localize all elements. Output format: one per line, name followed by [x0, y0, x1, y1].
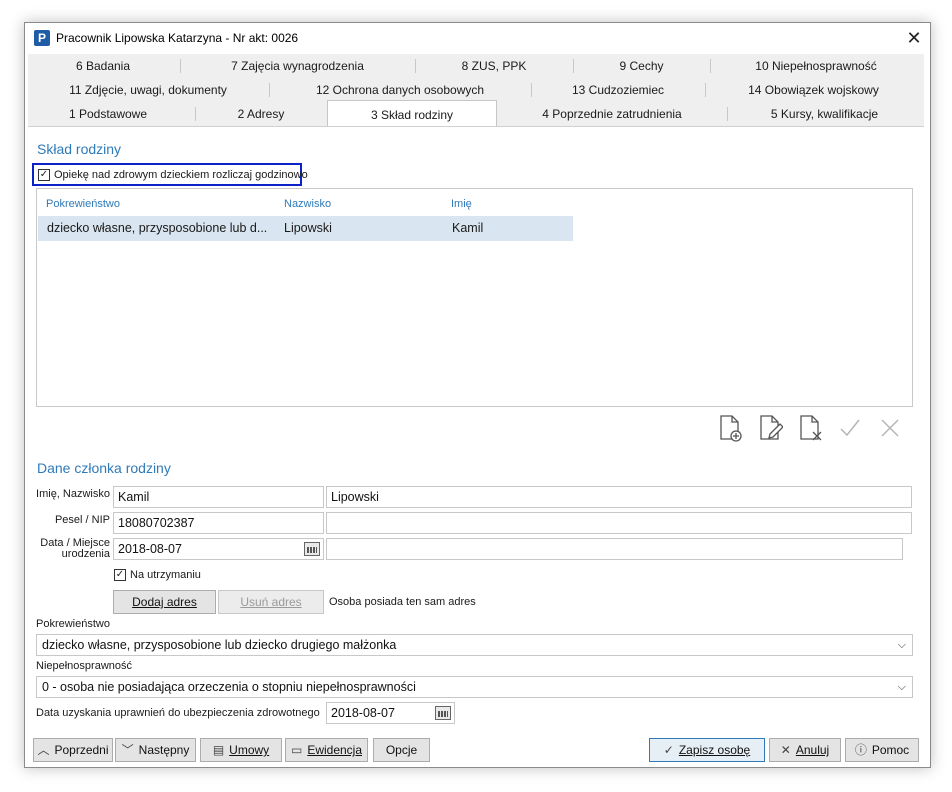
cancel-label: Anuluj — [795, 743, 830, 757]
table-row[interactable]: dziecko własne, przysposobione lub d... … — [38, 216, 573, 241]
column-header-relation[interactable]: Pokrewieństwo — [46, 198, 120, 210]
pesel-label: Pesel / NIP — [54, 514, 110, 526]
save-person-label: Zapisz osobę — [678, 743, 751, 757]
birth-label: Data / Miejsce urodzenia — [33, 538, 110, 560]
add-address-button[interactable]: Dodaj adres — [113, 590, 216, 614]
birth-date-field[interactable]: 2018-08-07 — [113, 538, 324, 560]
tab-content-border — [28, 126, 924, 127]
member-section-title: Dane członka rodziny — [37, 460, 171, 476]
relation-select[interactable]: dziecko własne, przysposobione lub dziec… — [36, 634, 913, 656]
edit-document-icon[interactable] — [757, 414, 783, 442]
window-title: Pracownik Lipowska Katarzyna - Nr akt: 0… — [56, 31, 299, 45]
chevron-up-icon: ︿ — [37, 743, 50, 757]
confirm-check-icon[interactable] — [837, 414, 863, 442]
tab-ochrona-danych[interactable]: 12 Ochrona danych osobowych — [270, 78, 530, 102]
chevron-down-icon[interactable]: ⌵ — [898, 677, 906, 697]
cancel-x-icon[interactable] — [877, 414, 903, 442]
cancel-button[interactable]: ✕ Anuluj — [769, 738, 841, 762]
calendar-icon: ▭ — [290, 743, 303, 757]
cell-surname: Lipowski — [284, 221, 332, 235]
tab-badania[interactable]: 6 Badania — [28, 54, 178, 78]
calendar-icon[interactable] — [435, 706, 451, 720]
tab-cechy[interactable]: 9 Cechy — [574, 54, 709, 78]
cell-relation: dziecko własne, przysposobione lub d... — [47, 221, 268, 235]
next-button[interactable]: ﹀ Następny — [115, 738, 196, 762]
disability-value: 0 - osoba nie posiadająca orzeczenia o s… — [42, 680, 416, 694]
tab-niepelnosprawnosc[interactable]: 10 Niepełnosprawność — [711, 54, 921, 78]
birth-date-value: 2018-08-07 — [118, 542, 182, 556]
same-address-text: Osoba posiada ten sam adres — [329, 596, 476, 608]
relation-value: dziecko własne, przysposobione lub dziec… — [42, 638, 397, 652]
tab-cudzoziemiec[interactable]: 13 Cudzoziemiec — [532, 78, 704, 102]
birth-place-field[interactable] — [326, 538, 903, 560]
app-logo-icon: P — [34, 30, 50, 46]
close-icon: ✕ — [780, 743, 791, 757]
remove-address-button[interactable]: Usuń adres — [218, 590, 324, 614]
hourly-care-label: Opiekę nad zdrowym dzieckiem rozliczaj g… — [54, 169, 308, 181]
nip-field[interactable] — [326, 512, 912, 534]
insurance-date-label: Data uzyskania uprawnień do ubezpieczeni… — [36, 707, 320, 719]
check-icon: ✓ — [663, 743, 674, 757]
next-label: Następny — [138, 743, 190, 757]
contract-icon: ▤ — [212, 743, 225, 757]
close-icon[interactable]: ✕ — [899, 26, 929, 50]
tab-podstawowe[interactable]: 1 Podstawowe — [28, 102, 188, 126]
save-person-button[interactable]: ✓ Zapisz osobę — [649, 738, 765, 762]
delete-document-icon[interactable] — [797, 414, 823, 442]
calendar-icon[interactable] — [304, 542, 320, 556]
dependent-checkbox[interactable]: ✓ — [114, 569, 126, 581]
previous-label: Poprzedni — [54, 743, 109, 757]
first-name-field[interactable]: Kamil — [113, 486, 324, 508]
hourly-care-focus-frame: ✓ Opiekę nad zdrowym dzieckiem rozliczaj… — [32, 163, 308, 186]
dependent-label: Na utrzymaniu — [130, 569, 201, 581]
help-label: Pomoc — [871, 743, 910, 757]
relation-label: Pokrewieństwo — [36, 618, 110, 630]
pesel-field[interactable]: 18080702387 — [113, 512, 324, 534]
tab-kursy-kwalifikacje[interactable]: 5 Kursy, kwalifikacje — [728, 102, 921, 126]
last-name-field[interactable]: Lipowski — [326, 486, 912, 508]
disability-label: Niepełnosprawność — [36, 660, 132, 672]
contracts-label: Umowy — [229, 743, 270, 757]
tab-zus-ppk[interactable]: 8 ZUS, PPK — [416, 54, 572, 78]
records-button[interactable]: ▭ Ewidencja — [285, 738, 368, 762]
tab-obowiazek-wojskowy[interactable]: 14 Obowiązek wojskowy — [706, 78, 921, 102]
insurance-date-value: 2018-08-07 — [331, 706, 395, 720]
remove-address-label: Usuń adres — [240, 595, 302, 609]
help-icon: ⓘ — [854, 743, 867, 757]
chevron-down-icon: ﹀ — [121, 743, 134, 757]
title-bar: P Pracownik Lipowska Katarzyna - Nr akt:… — [25, 23, 930, 53]
help-button[interactable]: ⓘ Pomoc — [845, 738, 919, 762]
name-label: Imię, Nazwisko — [36, 488, 110, 500]
tab-zdjecie-uwagi-dokumenty[interactable]: 11 Zdjęcie, uwagi, dokumenty — [28, 78, 268, 102]
previous-button[interactable]: ︿ Poprzedni — [33, 738, 113, 762]
cell-name: Kamil — [452, 221, 484, 235]
chevron-down-icon[interactable]: ⌵ — [898, 635, 906, 655]
contracts-button[interactable]: ▤ Umowy — [200, 738, 282, 762]
column-header-surname[interactable]: Nazwisko — [284, 198, 331, 210]
disability-select[interactable]: 0 - osoba nie posiadająca orzeczenia o s… — [36, 676, 913, 698]
tab-adresy[interactable]: 2 Adresy — [196, 102, 326, 126]
family-section-title: Skład rodziny — [37, 141, 122, 157]
column-header-name[interactable]: Imię — [451, 198, 472, 210]
hourly-care-checkbox[interactable]: ✓ — [38, 169, 50, 181]
birth-label-line2: urodzenia — [61, 548, 110, 560]
tab-row-3: 1 Podstawowe 2 Adresy 3 Skład rodziny 4 … — [28, 100, 924, 127]
family-table: Pokrewieństwo Nazwisko Imię dziecko włas… — [36, 188, 913, 407]
options-label: Opcje — [385, 743, 418, 757]
insurance-date-field[interactable]: 2018-08-07 — [326, 702, 455, 724]
tab-zajecia-wynagrodzenia[interactable]: 7 Zajęcia wynagrodzenia — [181, 54, 414, 78]
tab-row-1: 6 Badania 7 Zajęcia wynagrodzenia 8 ZUS,… — [28, 54, 924, 78]
tab-sklad-rodziny[interactable]: 3 Skład rodziny — [327, 100, 497, 127]
tab-poprzednie-zatrudnienia[interactable]: 4 Poprzednie zatrudnienia — [498, 102, 726, 126]
options-button[interactable]: Opcje — [373, 738, 430, 762]
add-document-icon[interactable] — [717, 414, 743, 442]
employee-window: P Pracownik Lipowska Katarzyna - Nr akt:… — [24, 22, 931, 768]
add-address-label: Dodaj adres — [132, 595, 197, 609]
tab-row-2: 11 Zdjęcie, uwagi, dokumenty 12 Ochrona … — [28, 78, 924, 102]
records-label: Ewidencja — [307, 743, 363, 757]
